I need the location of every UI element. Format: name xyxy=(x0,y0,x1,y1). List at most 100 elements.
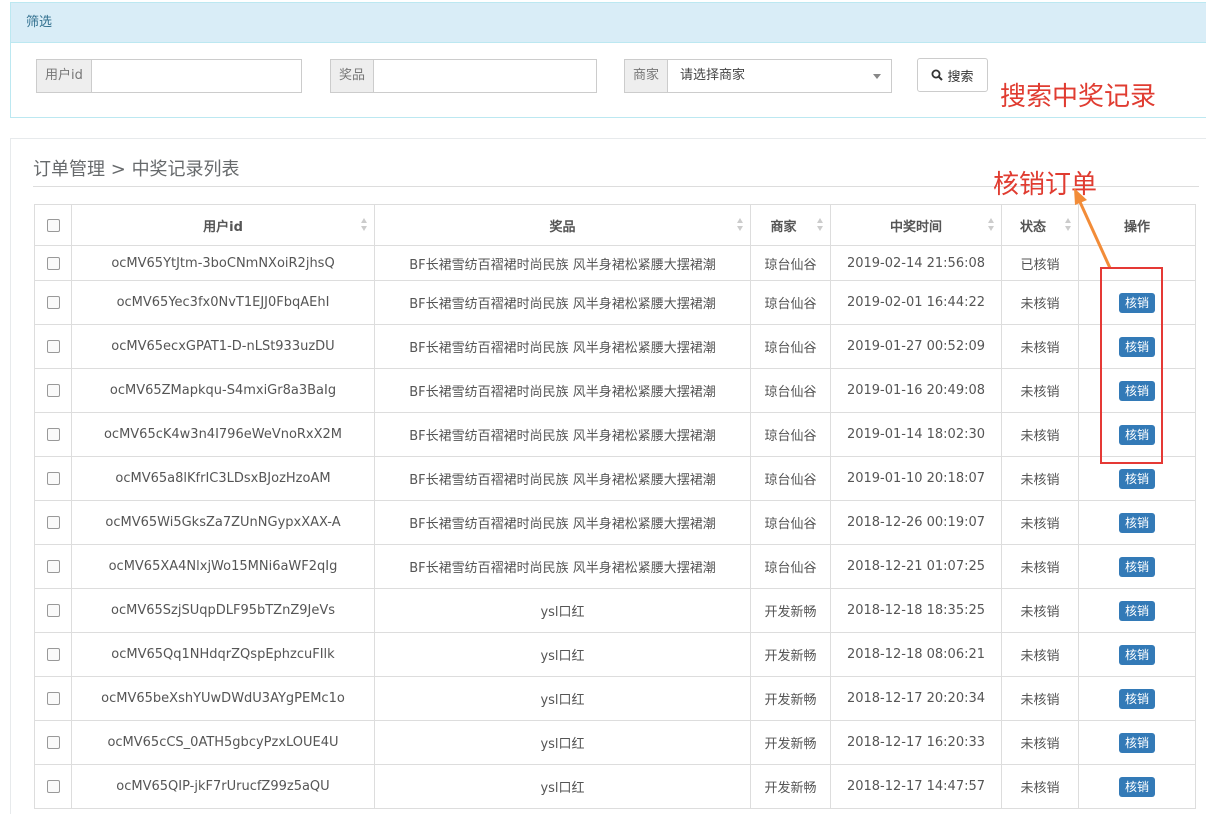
sort-icon xyxy=(817,218,824,232)
verify-button[interactable]: 核销 xyxy=(1118,512,1155,533)
row-checkbox[interactable] xyxy=(46,560,60,573)
merchant-select[interactable]: 请选择商家 xyxy=(667,59,893,93)
status-cell: 未核销 xyxy=(1001,544,1079,589)
time-cell: 2019-02-14 21:56:08 xyxy=(830,245,1002,281)
user-id-cell: ocMV65a8lKfrIC3LDsxBJozHzoAM xyxy=(71,456,375,501)
table-row: ocMV65ZMapkqu-S4mxiGr8a3BaIg BF长裙雪纺百褶裙时尚民… xyxy=(34,368,1196,413)
status-cell: 未核销 xyxy=(1001,324,1079,369)
search-button-label: 搜索 xyxy=(947,69,974,85)
row-select-cell xyxy=(34,588,72,633)
col-user-id[interactable]: 用户id xyxy=(71,204,375,246)
col-header-label: 商家 xyxy=(770,219,797,235)
row-select-cell xyxy=(34,368,72,413)
prize-cell: ysl口红 xyxy=(374,764,751,809)
col-header-label: 用户id xyxy=(203,219,243,235)
table-row: ocMV65QIP-jkF7rUrucfZ99z5aQU ysl口红 开发新畅 201… xyxy=(34,764,1196,809)
prize-input[interactable] xyxy=(373,59,598,93)
status-cell: 未核销 xyxy=(1001,456,1079,501)
row-checkbox[interactable] xyxy=(46,604,60,617)
merchant-cell: 琼台仙谷 xyxy=(750,280,831,325)
verify-button[interactable]: 核销 xyxy=(1118,732,1155,753)
time-cell: 2018-12-17 14:47:57 xyxy=(830,764,1002,809)
time-cell: 2019-01-10 20:18:07 xyxy=(830,456,1002,501)
prize-cell: ysl口红 xyxy=(374,632,751,677)
col-time[interactable]: 中奖时间 xyxy=(830,204,1002,246)
user-id-cell: ocMV65cCS_0ATH5gbcyPzxLOUE4U xyxy=(71,720,375,765)
verify-button[interactable]: 核销 xyxy=(1118,556,1155,577)
verify-button[interactable]: 核销 xyxy=(1118,600,1155,621)
merchant-cell: 开发新畅 xyxy=(750,588,831,633)
verify-button[interactable]: 核销 xyxy=(1118,688,1155,709)
row-checkbox[interactable] xyxy=(46,472,60,485)
user-id-cell: ocMV65cK4w3n4I796eWeVnoRxX2M xyxy=(71,412,375,457)
row-checkbox[interactable] xyxy=(46,736,60,749)
time-cell: 2018-12-26 00:19:07 xyxy=(830,500,1002,545)
table-row: ocMV65YtJtm-3boCNmNXoiR2jhsQ BF长裙雪纺百褶裙时尚民… xyxy=(34,245,1196,281)
time-cell: 2018-12-17 20:20:34 xyxy=(830,676,1002,721)
user-id-cell: ocMV65Wi5GksZa7ZUnNGypxXAX-A xyxy=(71,500,375,545)
merchant-cell: 开发新畅 xyxy=(750,720,831,765)
row-checkbox[interactable] xyxy=(46,648,60,661)
row-checkbox[interactable] xyxy=(46,516,60,529)
col-header-label: 中奖时间 xyxy=(889,219,942,235)
prize-label: 奖品 xyxy=(330,59,374,93)
row-checkbox[interactable] xyxy=(46,428,60,441)
user-id-label: 用户id xyxy=(36,59,91,93)
col-header-label: 状态 xyxy=(1019,219,1046,235)
row-checkbox[interactable] xyxy=(46,384,60,397)
row-select-cell xyxy=(34,500,72,545)
user-id-input[interactable] xyxy=(90,59,302,93)
user-id-cell: ocMV65XA4NlxjWo15MNi6aWF2qIg xyxy=(71,544,375,589)
table-row: ocMV65a8lKfrIC3LDsxBJozHzoAM BF长裙雪纺百褶裙时尚民… xyxy=(34,456,1196,501)
row-select-cell xyxy=(34,676,72,721)
search-button[interactable]: 搜索 xyxy=(917,58,988,92)
breadcrumb-section[interactable]: 订单管理 xyxy=(33,159,105,180)
col-merchant[interactable]: 商家 xyxy=(750,204,831,246)
time-cell: 2018-12-17 16:20:33 xyxy=(830,720,1002,765)
status-cell: 未核销 xyxy=(1001,368,1079,413)
row-select-cell xyxy=(34,456,72,501)
row-select-cell xyxy=(34,324,72,369)
user-id-cell: ocMV65SzjSUqpDLF95bTZnZ9JeVs xyxy=(71,588,375,633)
row-select-cell xyxy=(34,245,72,281)
sort-icon xyxy=(988,218,995,232)
sort-icon xyxy=(737,218,744,232)
table-row: ocMV65ecxGPAT1-D-nLSt933uzDU BF长裙雪纺百褶裙时尚民… xyxy=(34,324,1196,369)
sort-icon xyxy=(361,218,368,232)
action-cell: 核销 xyxy=(1078,632,1196,677)
col-prize[interactable]: 奖品 xyxy=(374,204,751,246)
prize-cell: BF长裙雪纺百褶裙时尚民族 风半身裙松紧腰大摆裙潮 xyxy=(374,412,751,457)
action-cell: 核销 xyxy=(1078,500,1196,545)
prize-cell: BF长裙雪纺百褶裙时尚民族 风半身裙松紧腰大摆裙潮 xyxy=(374,500,751,545)
row-checkbox[interactable] xyxy=(46,296,60,309)
status-cell: 未核销 xyxy=(1001,676,1079,721)
time-cell: 2018-12-21 01:07:25 xyxy=(830,544,1002,589)
row-select-cell xyxy=(34,720,72,765)
time-cell: 2019-01-27 00:52:09 xyxy=(830,324,1002,369)
row-checkbox[interactable] xyxy=(46,780,60,793)
table-row: ocMV65beXshYUwDWdU3AYgPEMc1o ysl口红 开发新畅 201… xyxy=(34,676,1196,721)
highlight-box xyxy=(1100,267,1163,464)
user-id-cell: ocMV65YtJtm-3boCNmNXoiR2jhsQ xyxy=(71,245,375,281)
merchant-cell: 开发新畅 xyxy=(750,764,831,809)
action-cell: 核销 xyxy=(1078,588,1196,633)
verify-button[interactable]: 核销 xyxy=(1118,776,1155,797)
select-all-cell xyxy=(34,204,72,246)
select-all-checkbox[interactable] xyxy=(46,218,60,232)
breadcrumb-page: 中奖记录列表 xyxy=(131,159,240,180)
row-checkbox[interactable] xyxy=(46,256,60,270)
record-list-panel: 订单管理 > 中奖记录列表 用户id 奖品 商家 中奖时间 状态 操作 ocMV… xyxy=(10,138,1206,814)
action-cell: 核销 xyxy=(1078,676,1196,721)
col-status[interactable]: 状态 xyxy=(1001,204,1079,246)
table-row: ocMV65Wi5GksZa7ZUnNGypxXAX-A BF长裙雪纺百褶裙时尚民… xyxy=(34,500,1196,545)
row-checkbox[interactable] xyxy=(46,340,60,353)
verify-button[interactable]: 核销 xyxy=(1118,468,1155,489)
verify-button[interactable]: 核销 xyxy=(1118,644,1155,665)
search-annotation: 搜索中奖记录 xyxy=(1000,82,1157,112)
table-row: ocMV65cK4w3n4I796eWeVnoRxX2M BF长裙雪纺百褶裙时尚民… xyxy=(34,412,1196,457)
prize-cell: ysl口红 xyxy=(374,720,751,765)
time-cell: 2018-12-18 18:35:25 xyxy=(830,588,1002,633)
row-checkbox[interactable] xyxy=(46,692,60,705)
user-id-cell: ocMV65ZMapkqu-S4mxiGr8a3BaIg xyxy=(71,368,375,413)
merchant-cell: 琼台仙谷 xyxy=(750,500,831,545)
